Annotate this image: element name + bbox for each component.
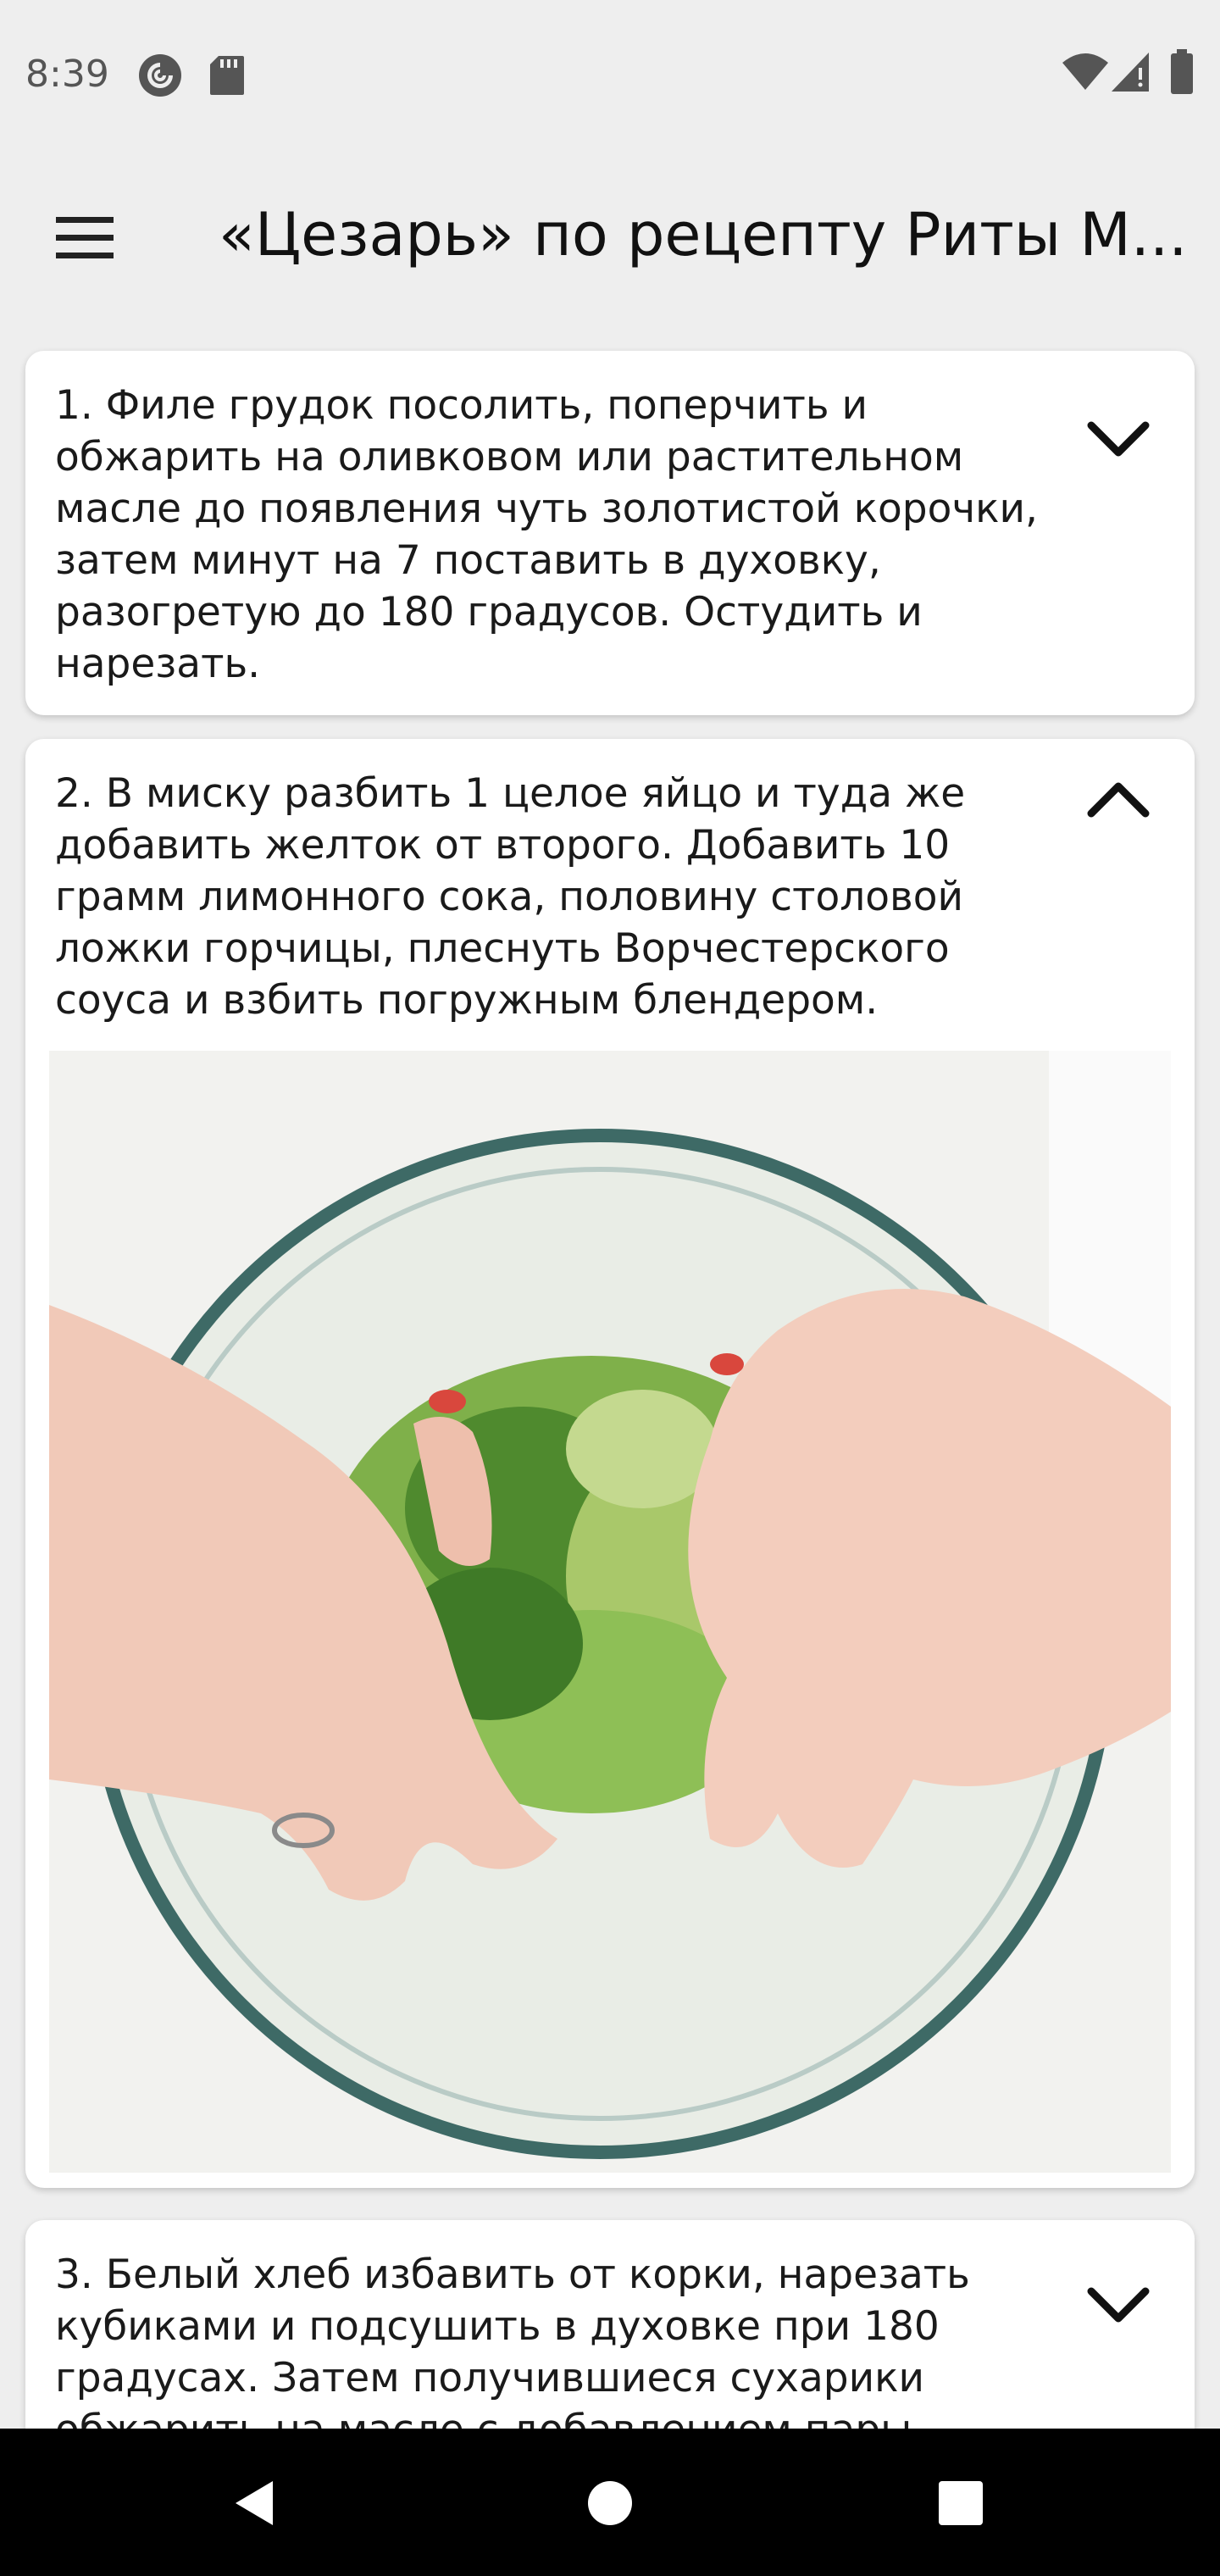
step-text-2: 2. В миску разбить 1 целое яйцо и туда ж… bbox=[55, 770, 966, 1024]
step-card-1[interactable]: 1. Филе грудок посолить, поперчить и обж… bbox=[25, 351, 1195, 715]
status-bar: 8:39 bbox=[0, 0, 1220, 149]
chevron-down-icon bbox=[1084, 2279, 1152, 2334]
battery-icon bbox=[1169, 49, 1195, 99]
recipe-steps-list[interactable]: 1. Филе грудок посолить, поперчить и обж… bbox=[0, 324, 1220, 2429]
back-button[interactable] bbox=[212, 2462, 297, 2547]
salad-bowl-hands-photo bbox=[49, 1051, 1171, 2173]
wifi-icon bbox=[1061, 53, 1110, 96]
recents-icon bbox=[937, 2479, 984, 2531]
chevron-down-icon bbox=[1084, 414, 1152, 469]
expand-step-1-button[interactable] bbox=[1076, 398, 1161, 483]
pocket-casts-icon bbox=[137, 53, 183, 103]
hamburger-menu-icon bbox=[54, 212, 115, 267]
chevron-up-icon bbox=[1084, 774, 1152, 830]
page-title: «Цезарь» по рецепту Риты М... bbox=[219, 200, 1188, 269]
system-nav-bar bbox=[0, 2429, 1220, 2576]
recents-button[interactable] bbox=[918, 2462, 1003, 2547]
home-icon bbox=[586, 2479, 634, 2531]
app-bar: «Цезарь» по рецепту Риты М... bbox=[0, 149, 1220, 324]
step-card-3[interactable]: 3. Белый хлеб избавить от корки, нарезат… bbox=[25, 2220, 1195, 2429]
cell-signal-icon bbox=[1110, 51, 1151, 97]
menu-button[interactable] bbox=[34, 197, 136, 281]
status-time: 8:39 bbox=[25, 53, 109, 96]
collapse-step-2-button[interactable] bbox=[1076, 759, 1161, 844]
step-text-3: 3. Белый хлеб избавить от корки, нарезат… bbox=[55, 2251, 970, 2429]
home-button[interactable] bbox=[568, 2462, 652, 2547]
step-card-2[interactable]: 2. В миску разбить 1 целое яйцо и туда ж… bbox=[25, 739, 1195, 2188]
expand-step-3-button[interactable] bbox=[1076, 2264, 1161, 2349]
step-text-1: 1. Филе грудок посолить, поперчить и обж… bbox=[55, 382, 1038, 687]
back-icon bbox=[230, 2478, 278, 2533]
sd-card-icon bbox=[208, 54, 246, 101]
